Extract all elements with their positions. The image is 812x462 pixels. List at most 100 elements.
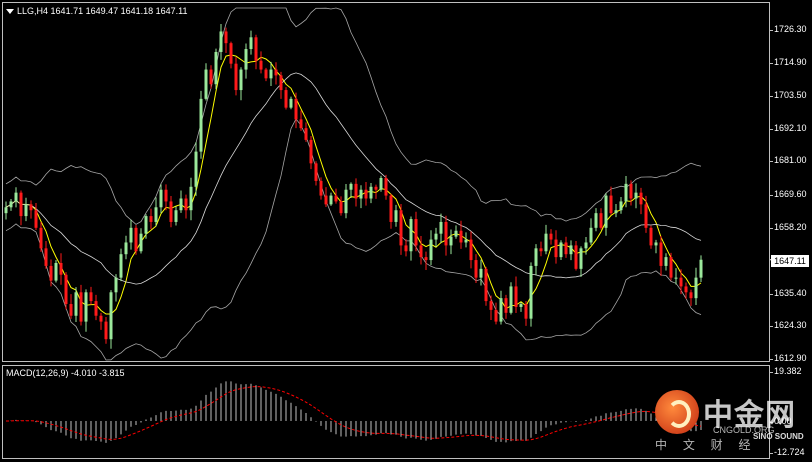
candle-body	[259, 60, 263, 70]
candle-body	[69, 304, 73, 316]
candle-body	[334, 195, 338, 202]
candle-body	[634, 192, 638, 199]
candle-body	[229, 43, 233, 64]
candle-body	[194, 151, 198, 187]
candle-body	[94, 301, 98, 316]
macd-signal-line	[5, 386, 702, 441]
candle-body	[549, 233, 553, 240]
candle-body	[79, 292, 83, 322]
candle-body	[354, 183, 358, 199]
candle-body	[484, 268, 488, 302]
candle-body	[159, 189, 163, 208]
candle-body	[534, 248, 538, 266]
candle-body	[449, 236, 453, 246]
candle-body	[644, 204, 648, 228]
candle-body	[609, 195, 613, 214]
price-tick: 1703.50	[770, 90, 807, 100]
candle-body	[494, 309, 498, 322]
price-tick: 1612.90	[770, 353, 807, 363]
candle-body	[204, 69, 208, 99]
price-tick: 1635.40	[770, 288, 807, 298]
candle-body	[469, 239, 473, 261]
macd-tick: 19.382	[770, 366, 802, 376]
candle-body	[689, 292, 693, 299]
candle-body	[394, 210, 398, 222]
candle-body	[554, 239, 558, 258]
candle-body	[429, 239, 433, 261]
price-tick: 1726.30	[770, 24, 807, 34]
candle-body	[514, 286, 518, 307]
candle-body	[364, 189, 368, 199]
candle-body	[389, 195, 393, 222]
chart-header: LLG,H4 1641.71 1649.47 1641.18 1647.11	[6, 6, 188, 16]
candle-body	[519, 304, 523, 307]
price-tick: 1692.10	[770, 123, 807, 133]
candle-body	[304, 128, 308, 140]
candle-body	[464, 239, 468, 243]
candle-body	[179, 198, 183, 211]
candle-body	[39, 227, 43, 249]
price-tick: 1669.60	[770, 189, 807, 199]
candle-body	[669, 257, 673, 278]
candle-body	[74, 292, 78, 316]
candle-body	[234, 63, 238, 91]
candle-body	[59, 262, 63, 275]
candle-body	[129, 227, 133, 243]
candle-body	[24, 204, 28, 217]
candle-body	[19, 192, 23, 217]
candle-body	[544, 233, 548, 252]
candle-body	[624, 183, 628, 202]
candle-body	[84, 292, 88, 322]
macd-label: MACD(12,26,9) -4.010 -3.815	[6, 368, 125, 378]
candle-body	[559, 242, 563, 258]
candle-body	[214, 51, 218, 85]
chart-window: LLG,H4 1641.71 1649.47 1641.18 1647.11 M…	[0, 0, 812, 462]
candle-body	[679, 277, 683, 287]
candle-body	[599, 213, 603, 228]
candle-body	[459, 230, 463, 243]
candle-body	[589, 227, 593, 243]
candle-body	[294, 98, 298, 120]
candle-body	[289, 98, 293, 108]
candle-body	[279, 75, 283, 91]
dropdown-triangle-icon[interactable]	[6, 9, 14, 15]
candle-body	[9, 201, 13, 208]
candle-body	[124, 242, 128, 255]
candle-body	[154, 207, 158, 222]
candle-body	[339, 201, 343, 214]
candle-body	[699, 259, 703, 278]
current-price-tag: 1647.11	[771, 255, 809, 267]
candle-body	[419, 245, 423, 258]
candle-body	[404, 245, 408, 252]
candle-body	[569, 245, 573, 255]
candle-body	[384, 177, 388, 196]
candle-body	[674, 277, 678, 279]
bollinger-upper-line	[5, 7, 702, 225]
price-tick: 1681.00	[770, 155, 807, 165]
candle-body	[649, 227, 653, 246]
watermark: 中金网 CNGOLD.ORG 中 文 财 经 SINO SOUND	[655, 388, 805, 458]
candle-body	[654, 242, 658, 246]
candle-body	[619, 201, 623, 211]
candle-body	[479, 268, 483, 278]
chart-symbol: LLG,H4	[17, 6, 49, 16]
candle-body	[184, 198, 188, 211]
candle-body	[319, 180, 323, 196]
candle-body	[409, 219, 413, 252]
candle-body	[324, 195, 328, 205]
candle-body	[604, 195, 608, 228]
candle-body	[574, 245, 578, 269]
price-tick: 1714.90	[770, 57, 807, 67]
candle-body	[424, 257, 428, 261]
candle-body	[89, 292, 93, 302]
candle-body	[664, 257, 668, 266]
candle-body	[399, 210, 403, 246]
candle-body	[684, 286, 688, 293]
candle-body	[414, 219, 418, 246]
candle-body	[149, 216, 153, 222]
candle-body	[119, 254, 123, 278]
candle-body	[209, 69, 213, 85]
cngold-logo-icon	[655, 390, 699, 434]
candle-body	[164, 189, 168, 202]
candle-body	[439, 221, 443, 234]
